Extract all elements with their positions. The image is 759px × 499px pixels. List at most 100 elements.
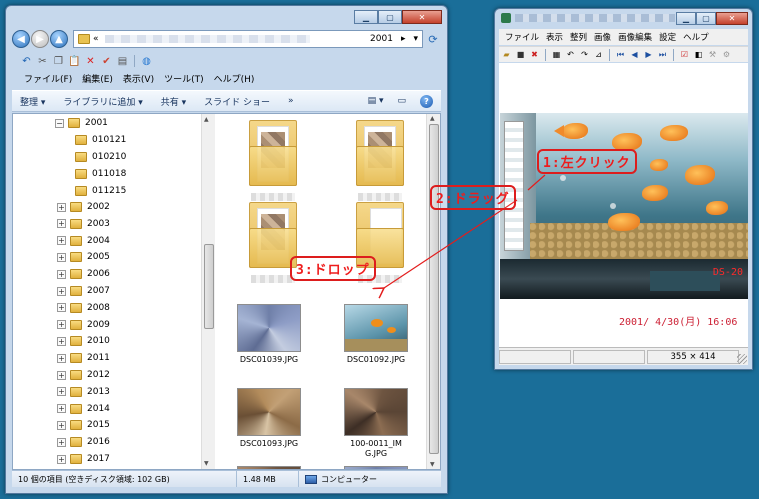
tree-item-2005[interactable]: +2005 <box>57 249 110 265</box>
tree-item-2004[interactable]: +2004 <box>57 233 110 249</box>
copy-icon[interactable]: ❐ <box>52 55 65 68</box>
checkmark-icon[interactable]: ✔ <box>100 55 113 68</box>
expand-icon[interactable]: + <box>57 252 66 262</box>
scroll-down-icon[interactable]: ▼ <box>204 460 209 467</box>
address-input[interactable]: « 2001 ▸ ▾ <box>73 30 423 48</box>
menu-edit[interactable]: 編集(E) <box>82 72 113 85</box>
rotate-right-icon[interactable]: ↷ <box>579 49 590 60</box>
expand-icon[interactable]: + <box>57 202 66 212</box>
file-item-100-0011[interactable]: 100-0011_IMG.JPG <box>326 388 426 459</box>
scroll-down-icon[interactable]: ▼ <box>430 461 435 468</box>
expand-icon[interactable]: + <box>57 353 66 363</box>
organize-button[interactable]: 整理 ▾ <box>20 95 45 108</box>
share-button[interactable]: 共有 ▾ <box>161 95 186 108</box>
menu-view[interactable]: 表示(V) <box>123 72 154 85</box>
tools-icon[interactable]: ⚒ <box>707 49 718 60</box>
expand-icon[interactable]: + <box>57 286 66 296</box>
tree-item-010210[interactable]: 010210 <box>75 149 126 165</box>
expand-icon[interactable]: + <box>57 437 66 447</box>
tree-item-011215[interactable]: 011215 <box>75 183 126 199</box>
paste-icon[interactable]: 📋 <box>68 55 81 68</box>
maximize-button[interactable]: ▢ <box>696 12 716 25</box>
expand-icon[interactable]: + <box>57 370 66 380</box>
minimize-button[interactable]: ▁ <box>354 10 378 24</box>
tree-scroll-thumb[interactable] <box>204 244 214 329</box>
menu-settings[interactable]: 設定 <box>659 31 676 43</box>
file-item-dsc01092[interactable]: DSC01092.JPG <box>326 304 426 365</box>
folder-item[interactable] <box>223 120 323 201</box>
preview-pane-icon[interactable]: ▭ <box>397 96 406 106</box>
tree-scrollbar[interactable]: ▲ ▼ <box>201 114 215 469</box>
up-arrow-icon[interactable]: ↶ <box>20 55 33 68</box>
menu-image[interactable]: 画像 <box>594 31 611 43</box>
tree-item-010121[interactable]: 010121 <box>75 132 126 148</box>
up-button[interactable]: ▲ <box>50 30 68 48</box>
tree-item-011018[interactable]: 011018 <box>75 166 126 182</box>
delete-icon[interactable]: ✖ <box>529 49 540 60</box>
angle-icon[interactable]: ⊿ <box>593 49 604 60</box>
tree-item-2003[interactable]: +2003 <box>57 216 110 232</box>
resize-grip-icon[interactable] <box>737 354 747 364</box>
menu-help[interactable]: ヘルプ <box>683 31 709 43</box>
tree-item-2006[interactable]: +2006 <box>57 266 110 282</box>
tree-item-2011[interactable]: +2011 <box>57 350 110 366</box>
address-current[interactable]: 2001 <box>370 34 393 44</box>
grid-icon[interactable]: ▦ <box>551 49 562 60</box>
expand-icon[interactable]: + <box>57 236 66 246</box>
file-item-partial[interactable] <box>326 466 426 469</box>
globe-icon[interactable]: ◍ <box>140 55 153 68</box>
open-icon[interactable]: ▰ <box>501 49 512 60</box>
tree-item-2013[interactable]: +2013 <box>57 384 110 400</box>
tree-item-2015[interactable]: +2015 <box>57 417 110 433</box>
forward-button[interactable]: ▶ <box>31 30 49 48</box>
rotate-left-icon[interactable]: ↶ <box>565 49 576 60</box>
file-item-partial[interactable] <box>219 466 319 469</box>
expand-icon[interactable]: + <box>57 269 66 279</box>
cut-icon[interactable]: ✂ <box>36 55 49 68</box>
file-item-dsc01039[interactable]: DSC01039.JPG <box>219 304 319 365</box>
tree-item-2017[interactable]: +2017 <box>57 451 110 467</box>
tree-item-root[interactable]: − 2001 <box>55 115 108 131</box>
compare-icon[interactable]: ◧ <box>693 49 704 60</box>
goldfish-photo[interactable]: DS-20 <box>500 113 748 299</box>
menu-file[interactable]: ファイル <box>505 31 539 43</box>
maximize-button[interactable]: ▢ <box>378 10 402 24</box>
view-options-icon[interactable]: ▤ ▾ <box>368 96 384 106</box>
save-icon[interactable]: ■ <box>515 49 526 60</box>
tree-item-2012[interactable]: +2012 <box>57 367 110 383</box>
properties-icon[interactable]: ▤ <box>116 55 129 68</box>
expand-icon[interactable]: + <box>57 336 66 346</box>
tree-item-2009[interactable]: +2009 <box>57 317 110 333</box>
settings-icon[interactable]: ⚙ <box>721 49 732 60</box>
tree-item-2014[interactable]: +2014 <box>57 401 110 417</box>
menu-help[interactable]: ヘルプ(H) <box>214 72 255 85</box>
file-scroll-thumb[interactable] <box>429 124 439 454</box>
file-scrollbar[interactable]: ▲ ▼ <box>426 114 440 469</box>
tree-item-2007[interactable]: +2007 <box>57 283 110 299</box>
scroll-up-icon[interactable]: ▲ <box>204 116 209 123</box>
tree-item-2002[interactable]: +2002 <box>57 199 110 215</box>
tree-item-2016[interactable]: +2016 <box>57 434 110 450</box>
tree-item-2010[interactable]: +2010 <box>57 333 110 349</box>
mark-icon[interactable]: ☑ <box>679 49 690 60</box>
close-button[interactable]: ✕ <box>716 12 748 25</box>
back-button[interactable]: ◀ <box>12 30 30 48</box>
menu-view[interactable]: 表示 <box>546 31 563 43</box>
menu-image-edit[interactable]: 画像編集 <box>618 31 652 43</box>
expand-icon[interactable]: + <box>57 454 66 464</box>
chevron-down-icon[interactable]: ▾ <box>413 34 418 44</box>
refresh-icon[interactable]: ⟳ <box>425 30 441 48</box>
tree-item-2018[interactable]: +2018 <box>57 468 110 469</box>
expand-icon[interactable]: + <box>57 387 66 397</box>
last-icon[interactable]: ⏭ <box>657 49 668 60</box>
image-canvas[interactable]: DS-20 2001/ 4/30(月) 16:06 <box>499 63 748 347</box>
menu-file[interactable]: ファイル(F) <box>24 72 72 85</box>
chevron-right-icon[interactable]: ▸ <box>401 34 406 44</box>
prev-icon[interactable]: ◀ <box>629 49 640 60</box>
help-icon[interactable]: ? <box>420 94 433 108</box>
file-item-dsc01093[interactable]: DSC01093.JPG <box>219 388 319 449</box>
scroll-up-icon[interactable]: ▲ <box>430 115 435 122</box>
next-icon[interactable]: ▶ <box>643 49 654 60</box>
expand-icon[interactable]: + <box>57 320 66 330</box>
expand-icon[interactable]: + <box>57 303 66 313</box>
